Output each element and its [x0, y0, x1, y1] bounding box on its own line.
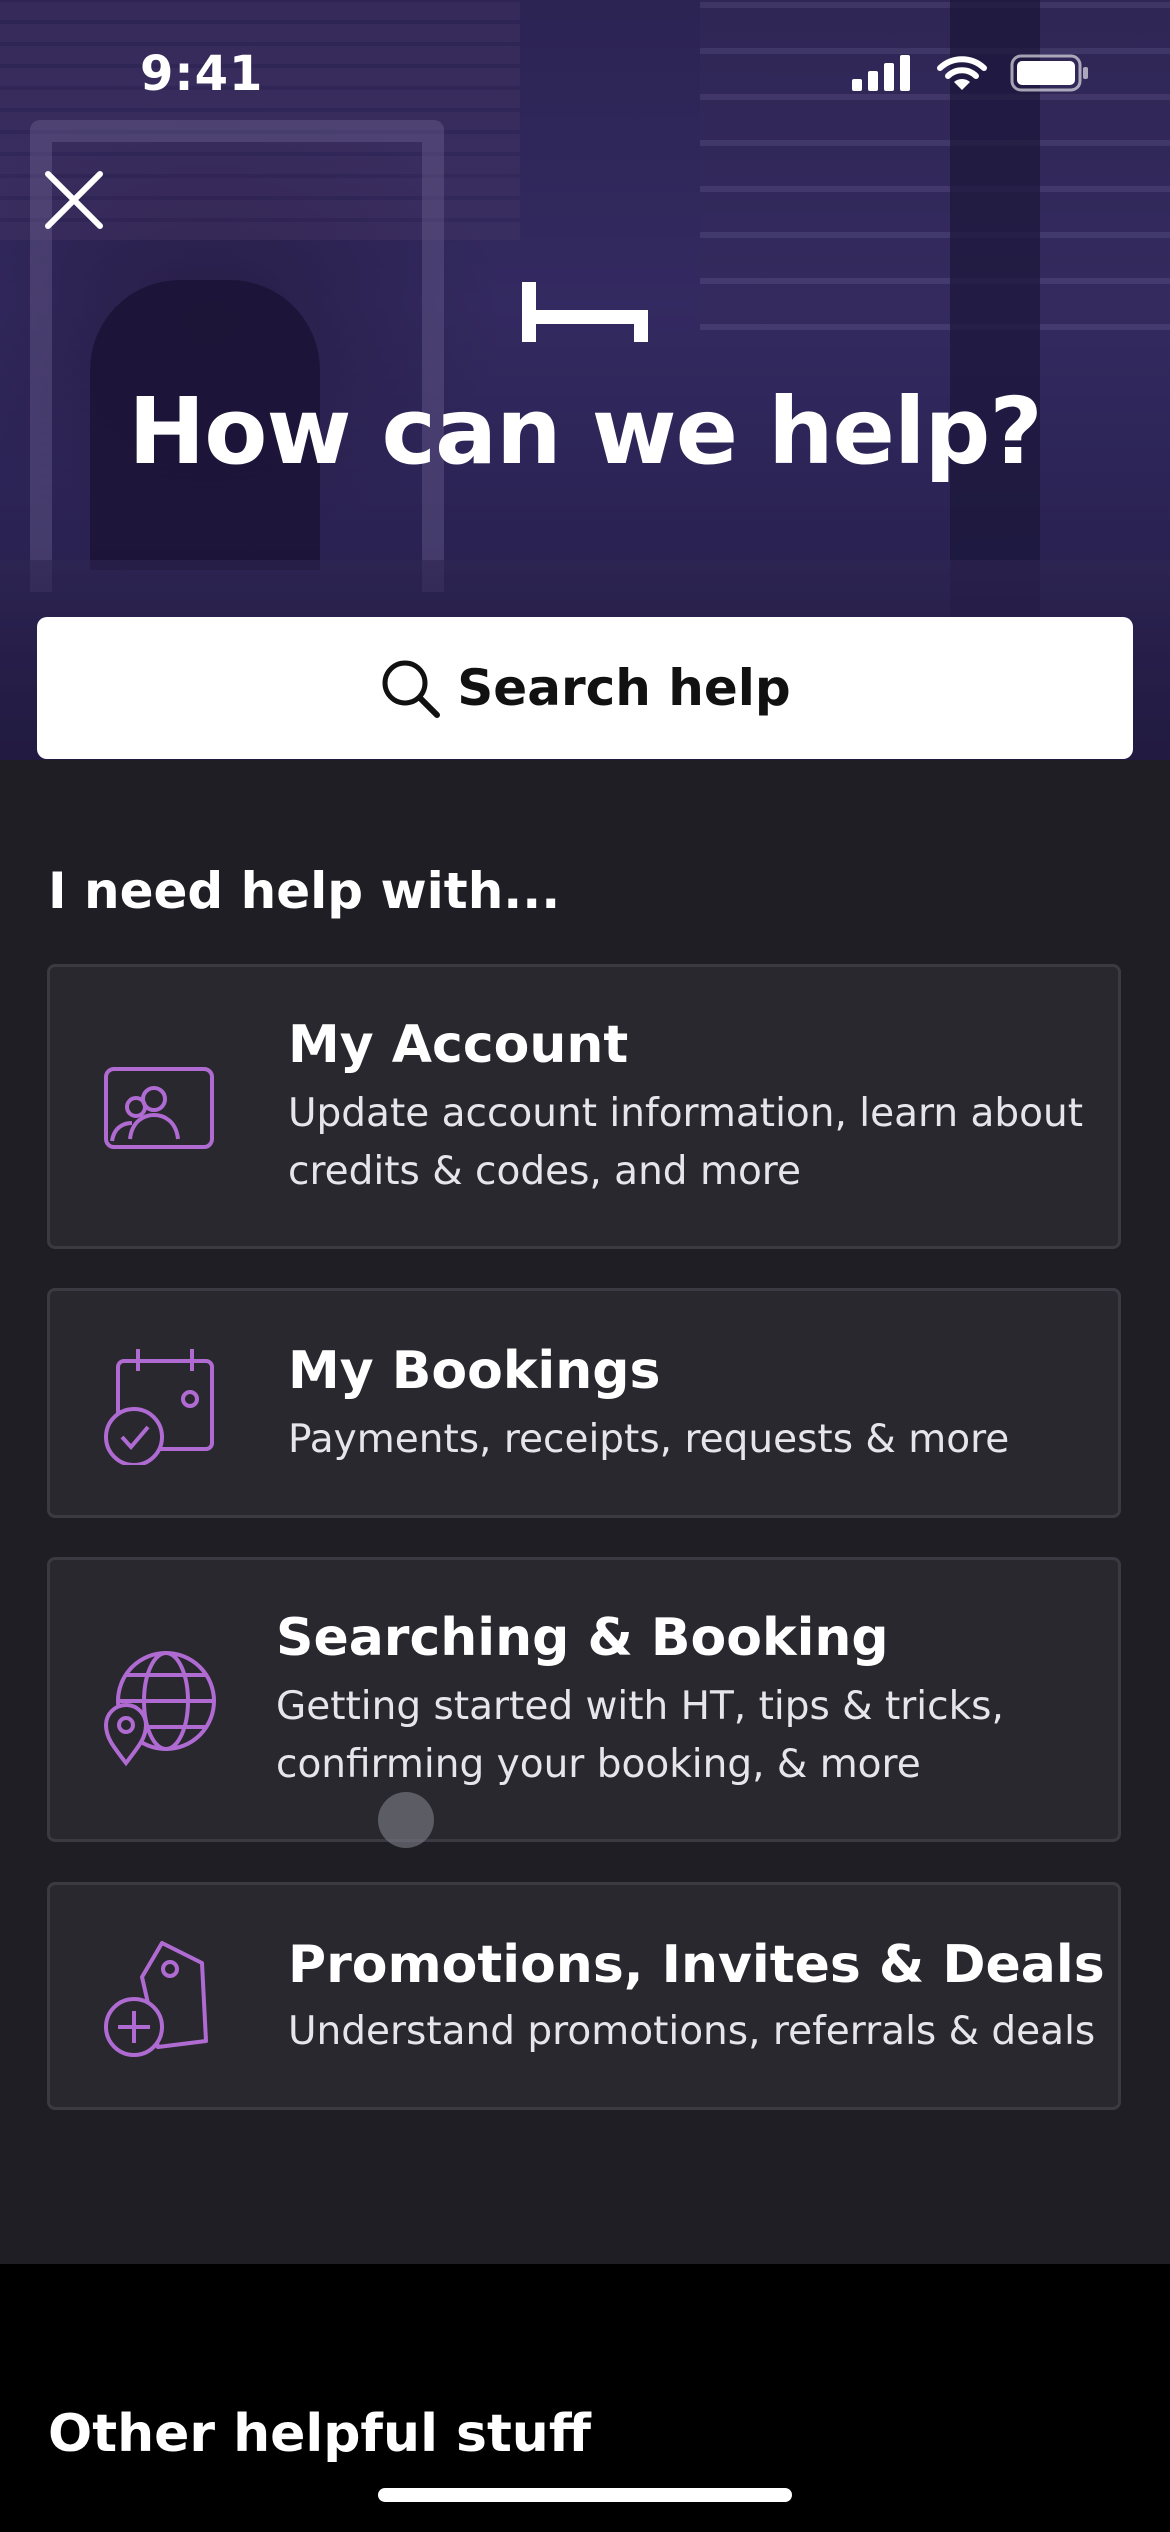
- calendar-check-icon: [104, 1349, 214, 1465]
- status-icons: [852, 54, 1090, 92]
- card-description: Update account information, learn about …: [288, 1091, 1084, 1194]
- wifi-icon: [937, 56, 987, 90]
- help-card-my-account[interactable]: My Account Update account information, l…: [47, 964, 1121, 1249]
- section-label: I need help with...: [48, 862, 561, 920]
- home-indicator[interactable]: [378, 2488, 792, 2502]
- search-help-label: Search help: [457, 659, 791, 717]
- card-title: My Bookings: [288, 1341, 661, 1401]
- page-title: How can we help?: [128, 378, 1042, 485]
- help-card-searching-booking[interactable]: Searching & Booking Getting started with…: [47, 1557, 1121, 1842]
- status-time: 9:41: [140, 46, 264, 102]
- globe-pin-icon: [103, 1651, 216, 1767]
- cellular-signal-icon: [852, 55, 910, 91]
- card-description: Getting started with HT, tips & tricks, …: [276, 1684, 1004, 1787]
- card-title: Promotions, Invites & Deals: [288, 1935, 1105, 1995]
- account-screen-icon: [104, 1067, 214, 1149]
- help-card-my-bookings[interactable]: My Bookings Payments, receipts, requests…: [47, 1288, 1121, 1518]
- card-title: My Account: [288, 1015, 629, 1075]
- close-icon[interactable]: [42, 168, 106, 232]
- search-icon: [382, 660, 441, 718]
- other-helpful-stuff-heading: Other helpful stuff: [48, 2404, 591, 2464]
- search-help-button[interactable]: Search help: [37, 617, 1133, 759]
- touch-indicator: [378, 1792, 434, 1848]
- tag-plus-icon: [104, 1941, 208, 2057]
- battery-icon: [1010, 54, 1088, 92]
- card-title: Searching & Booking: [276, 1608, 889, 1668]
- bed-logo-icon: [522, 282, 648, 342]
- card-description: Understand promotions, referrals & deals: [288, 2009, 1096, 2054]
- help-card-promotions[interactable]: Promotions, Invites & Deals Understand p…: [47, 1882, 1121, 2110]
- card-description: Payments, receipts, requests & more: [288, 1417, 1010, 1462]
